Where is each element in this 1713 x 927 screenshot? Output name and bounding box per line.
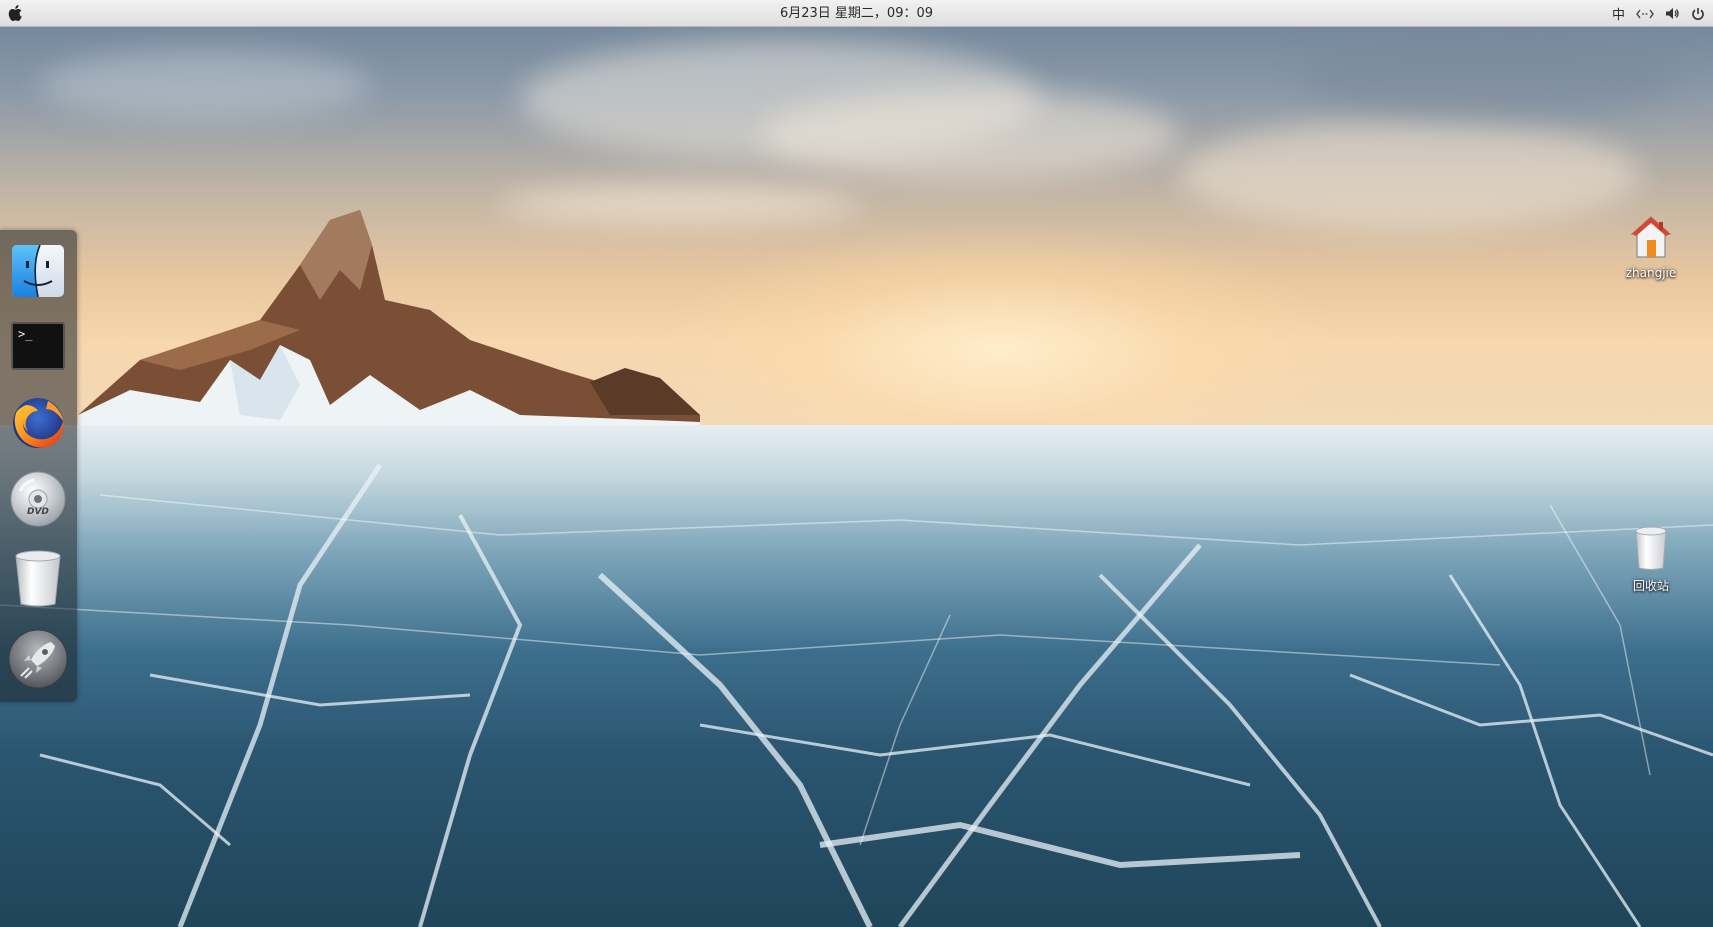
- dock-item-finder[interactable]: [5, 238, 71, 304]
- desktop-icon-label: 回收站: [1632, 579, 1669, 593]
- terminal-prompt-text: >_: [18, 327, 33, 341]
- desktop-wallpaper: [0, 0, 1713, 927]
- wallpaper-cloud: [1300, 30, 1680, 120]
- desktop-icon-trash[interactable]: 回收站: [1611, 525, 1691, 594]
- trash-icon: [15, 550, 61, 607]
- dock: >_ DVD: [0, 230, 77, 702]
- dvd-icon: [10, 471, 66, 527]
- volume-icon: [1666, 8, 1679, 19]
- wallpaper-ice-cracks: [0, 463, 1713, 927]
- top-panel: 6月23日 星期二，09：09 中: [0, 0, 1713, 27]
- clock-label: 6月23日 星期二，09：09: [779, 6, 934, 21]
- wallpaper-mountain: [78, 210, 700, 432]
- power-button[interactable]: [1691, 0, 1705, 27]
- finder-icon: [12, 244, 64, 298]
- apple-logo-icon: [8, 5, 22, 21]
- system-tray: 中: [1612, 0, 1705, 27]
- dock-item-launcher[interactable]: [5, 626, 71, 692]
- dock-item-trash[interactable]: [5, 545, 71, 611]
- dock-item-terminal[interactable]: >_: [5, 313, 71, 379]
- dock-item-firefox[interactable]: [5, 390, 71, 456]
- terminal-icon: >_: [11, 322, 65, 370]
- network-icon: [1636, 9, 1654, 18]
- dvd-disc-label: DVD: [27, 507, 49, 517]
- wallpaper-cloud: [760, 90, 1180, 180]
- dock-item-dvd[interactable]: DVD: [5, 466, 71, 532]
- apple-menu-button[interactable]: [5, 3, 25, 23]
- trash-icon: [1635, 526, 1667, 570]
- input-method-indicator[interactable]: 中: [1612, 0, 1625, 27]
- desktop-icon-home[interactable]: zhangjie: [1611, 214, 1691, 280]
- power-icon: [1692, 7, 1704, 20]
- wallpaper-cloud: [40, 50, 370, 120]
- rocket-icon: [8, 629, 68, 689]
- volume-button[interactable]: [1665, 0, 1680, 27]
- network-button[interactable]: [1636, 0, 1654, 27]
- home-folder-icon: [1630, 216, 1672, 258]
- firefox-icon: [13, 398, 64, 448]
- desktop-icon-label: zhangjie: [1625, 266, 1677, 280]
- wallpaper-cloud: [1180, 120, 1640, 230]
